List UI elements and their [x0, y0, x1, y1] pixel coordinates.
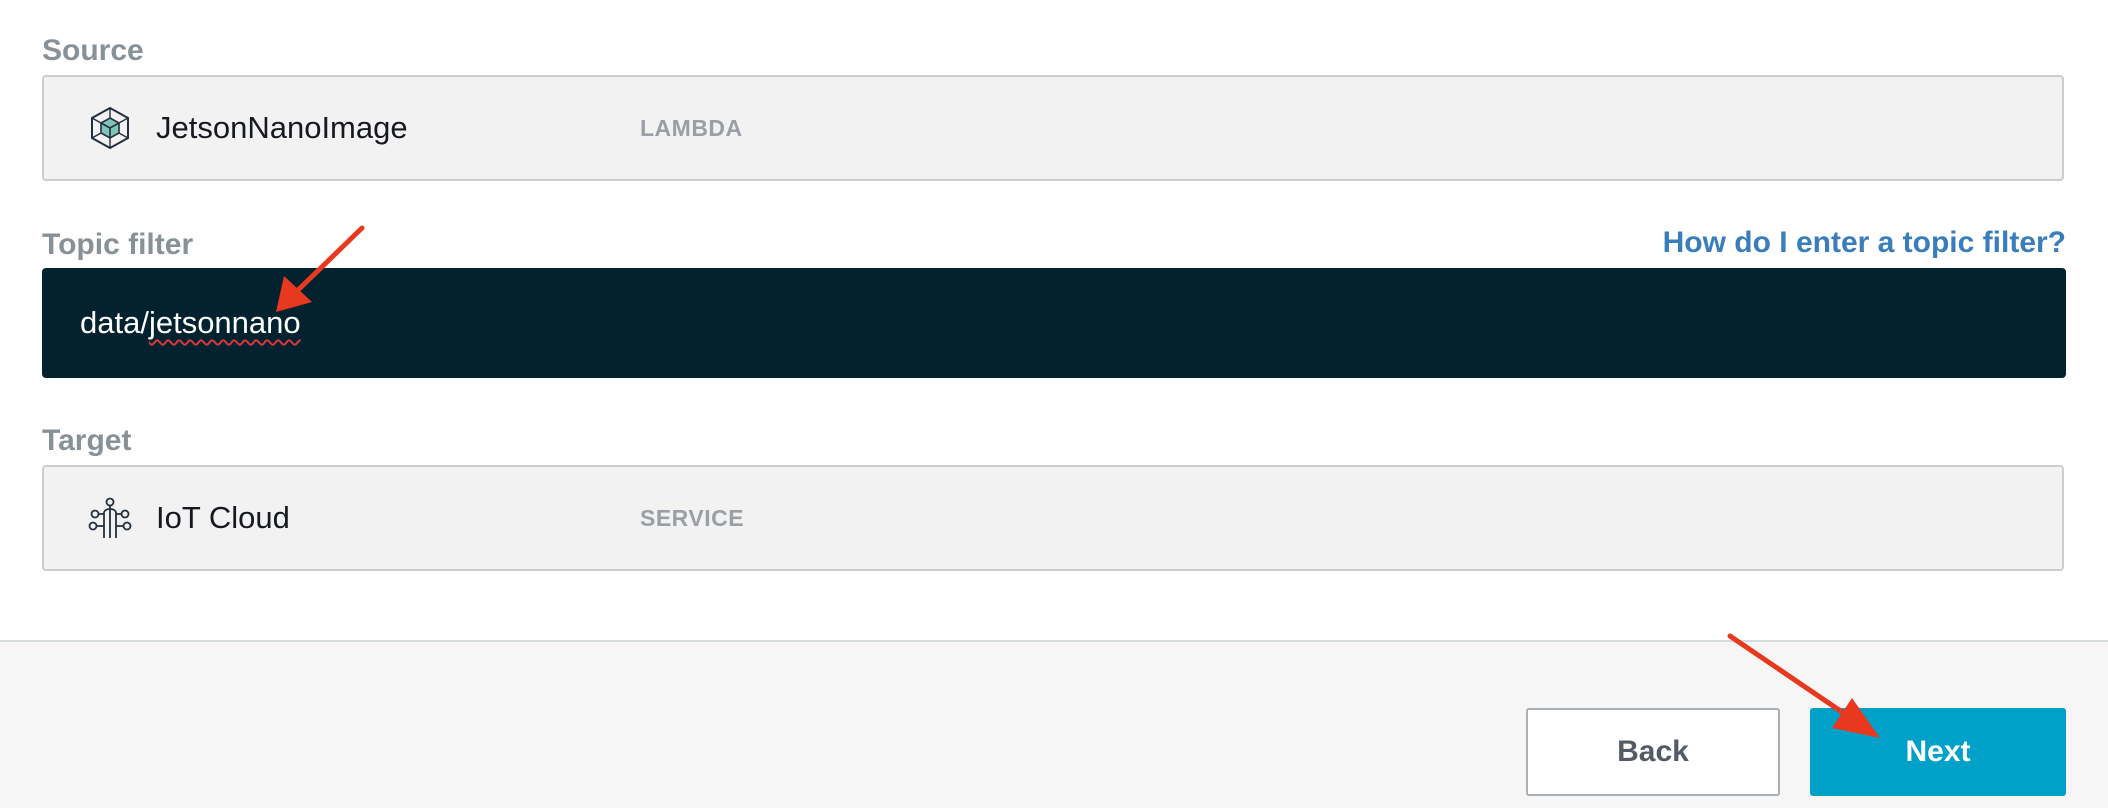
subscription-form: Source JetsonNanoImage LAMBDA Topic filt… [0, 0, 2108, 808]
form-footer [0, 640, 2108, 808]
source-name: JetsonNanoImage [156, 110, 408, 145]
target-label: Target [42, 424, 132, 457]
source-type: LAMBDA [640, 114, 743, 141]
next-button[interactable]: Next [1810, 708, 2066, 796]
topic-filter-label: Topic filter [42, 228, 194, 261]
iot-cloud-icon [88, 496, 132, 540]
topic-filter-input[interactable] [42, 268, 2066, 378]
source-label: Source [42, 34, 144, 67]
back-button[interactable]: Back [1526, 708, 1780, 796]
target-type: SERVICE [640, 504, 745, 531]
source-field[interactable]: JetsonNanoImage LAMBDA [42, 75, 2064, 181]
topic-filter-help-link[interactable]: How do I enter a topic filter? [1663, 228, 2066, 258]
target-name: IoT Cloud [156, 500, 290, 535]
lambda-cube-icon [88, 106, 132, 150]
target-field[interactable]: IoT Cloud SERVICE [42, 465, 2064, 571]
